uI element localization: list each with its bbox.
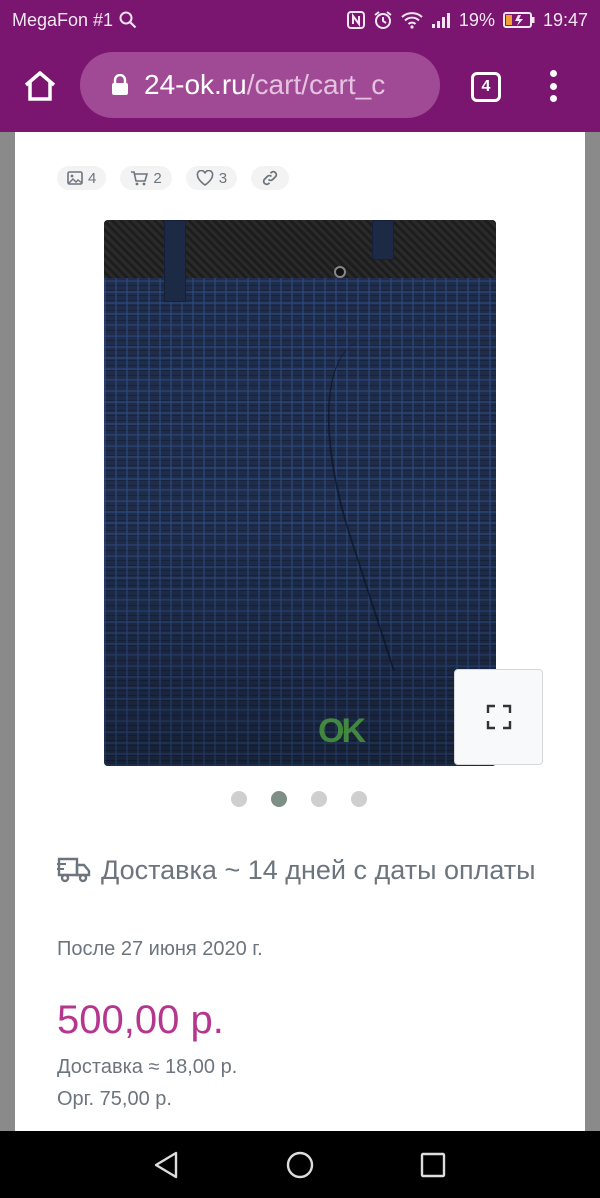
gallery-dot-4[interactable]	[351, 791, 367, 807]
home-button[interactable]	[22, 68, 58, 104]
likes-badge[interactable]: 3	[185, 166, 238, 190]
expand-icon	[486, 704, 511, 730]
product-price: 500,00 р.	[57, 998, 224, 1042]
browser-toolbar: 24-ok.ru/cart/cart_c 4	[0, 40, 600, 132]
battery-percent: 19%	[458, 9, 495, 30]
signal-icon	[431, 11, 451, 29]
image-icon	[67, 171, 83, 185]
web-page: 4 2 3 OK Доставка ~ 14 дней с даты оплат…	[0, 132, 600, 1131]
alarm-icon	[373, 10, 393, 30]
system-navigation-bar	[0, 1131, 600, 1198]
share-link-badge[interactable]	[251, 166, 290, 190]
product-card: 4 2 3 OK Доставка ~ 14 дней с даты оплат…	[15, 132, 585, 1131]
recents-button[interactable]	[415, 1147, 451, 1183]
address-bar[interactable]: 24-ok.ru/cart/cart_c	[80, 52, 440, 118]
home-circle-icon	[286, 1151, 314, 1179]
back-triangle-icon	[154, 1151, 178, 1179]
cart-icon	[131, 171, 149, 186]
gallery-dot-2[interactable]	[271, 791, 287, 807]
nfc-icon	[346, 11, 365, 29]
tab-switcher-button[interactable]: 4	[471, 72, 501, 102]
likes-count: 3	[218, 169, 228, 187]
cart-badge[interactable]: 2	[120, 166, 172, 190]
photos-badge[interactable]: 4	[57, 166, 107, 190]
heart-icon	[196, 170, 214, 186]
availability-date: После 27 июня 2020 г.	[57, 938, 263, 960]
url-text: 24-ok.ru/cart/cart_c	[144, 69, 385, 101]
url-domain: 24-ok.ru	[144, 69, 247, 100]
home-icon	[24, 71, 56, 101]
carrier-label: MegaFon #1	[12, 9, 114, 30]
status-bar: MegaFon #1 19% 19:47	[0, 0, 600, 40]
gallery-dot-3[interactable]	[311, 791, 327, 807]
home-nav-button[interactable]	[282, 1147, 318, 1183]
delivery-text: Доставка ~ 14 дней с даты оплаты	[101, 855, 536, 885]
link-icon	[262, 170, 278, 186]
organizer-fee: Орг. 75,00 р.	[57, 1088, 172, 1110]
product-stats: 4 2 3	[57, 166, 290, 190]
fullscreen-button[interactable]	[454, 669, 543, 765]
shipping-cost: Доставка ≈ 18,00 р.	[57, 1056, 238, 1078]
overflow-menu-button[interactable]	[540, 64, 566, 108]
truck-icon	[57, 857, 91, 883]
gallery-dot-1[interactable]	[231, 791, 247, 807]
battery-icon	[502, 12, 535, 28]
watermark-logo: OK	[318, 712, 366, 750]
delivery-info: Доставка ~ 14 дней с даты оплаты	[57, 850, 557, 890]
recents-square-icon	[420, 1152, 446, 1178]
search-icon	[119, 11, 137, 29]
belt-detail	[104, 220, 496, 278]
cart-count: 2	[153, 169, 162, 187]
lock-icon	[112, 74, 128, 95]
photos-count: 4	[88, 169, 97, 187]
gallery-pagination	[231, 791, 367, 807]
wifi-icon	[401, 11, 423, 29]
clock: 19:47	[542, 9, 588, 30]
url-path: /cart/cart_c	[246, 69, 386, 100]
back-button[interactable]	[148, 1147, 184, 1183]
product-image-gallery[interactable]: OK	[104, 220, 496, 766]
